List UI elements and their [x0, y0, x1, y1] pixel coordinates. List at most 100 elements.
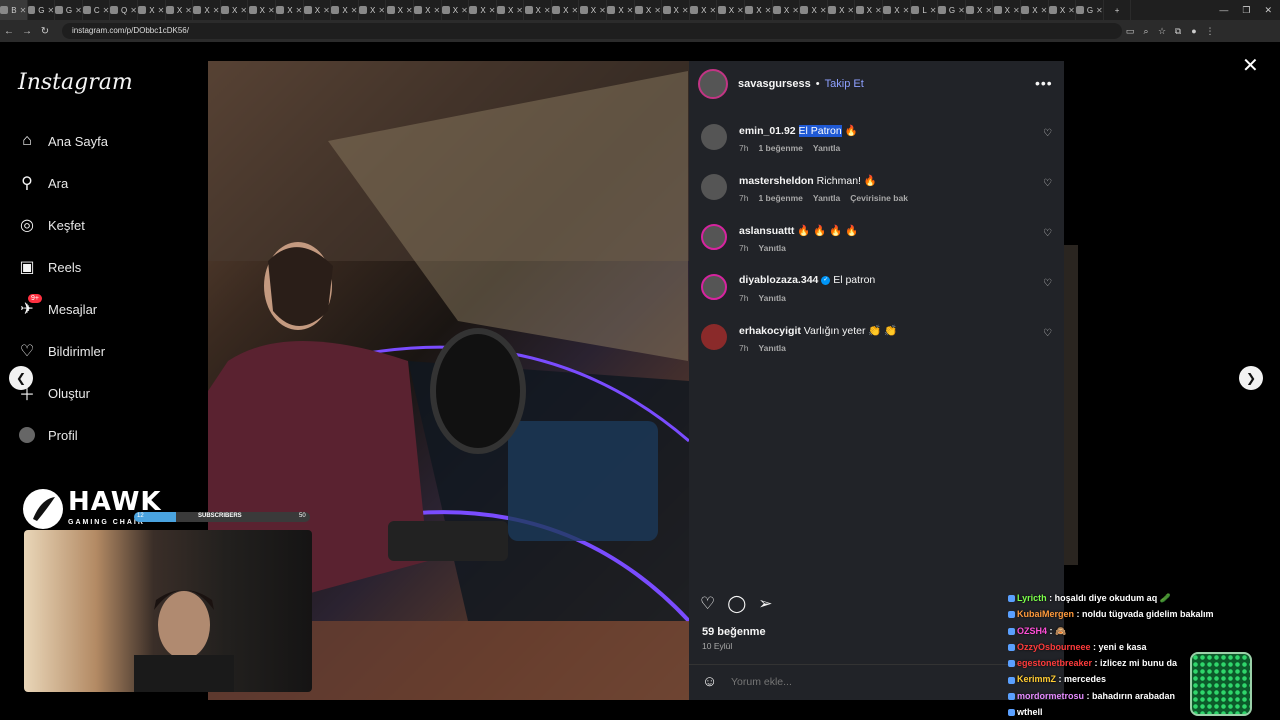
browser-tab[interactable]: X ✕	[662, 0, 690, 20]
sidebar-item-notifications[interactable]: ♡ Bildirimler	[18, 340, 105, 362]
comment-likes[interactable]: 1 beğenme	[758, 143, 802, 153]
browser-tab[interactable]: X ✕	[303, 0, 332, 20]
browser-tab[interactable]: X ✕	[855, 0, 883, 20]
back-icon[interactable]: ←	[0, 26, 18, 37]
tab-close-icon[interactable]: ✕	[378, 6, 385, 15]
tab-close-icon[interactable]: ✕	[820, 6, 827, 15]
tab-close-icon[interactable]: ✕	[682, 6, 689, 15]
instagram-logo[interactable]: Instagram	[18, 70, 133, 95]
tab-close-icon[interactable]: ✕	[847, 6, 854, 15]
tab-close-icon[interactable]: ✕	[240, 6, 247, 15]
tab-close-icon[interactable]: ✕	[47, 6, 54, 15]
browser-tab[interactable]: G ✕	[1076, 0, 1104, 20]
tab-close-icon[interactable]: ✕	[323, 6, 330, 15]
browser-tab[interactable]: G ✕	[27, 0, 56, 20]
likes-count[interactable]: 59 beğenme	[702, 626, 766, 638]
browser-tab[interactable]: B ✕	[0, 0, 28, 20]
tab-close-icon[interactable]: ✕	[489, 6, 496, 15]
tab-close-icon[interactable]: ✕	[351, 6, 358, 15]
tab-close-icon[interactable]: ✕	[103, 6, 110, 15]
commenter-username[interactable]: erhakocyigit	[739, 325, 801, 337]
browser-tab[interactable]: X ✕	[883, 0, 911, 20]
forward-icon[interactable]: →	[18, 26, 36, 37]
tab-close-icon[interactable]: ✕	[875, 6, 882, 15]
url-field[interactable]: instagram.com/p/DObbc1cDK56/	[62, 23, 1122, 39]
tab-close-icon[interactable]: ✕	[792, 6, 799, 15]
browser-tab[interactable]: X ✕	[690, 0, 718, 20]
tab-close-icon[interactable]: ✕	[571, 6, 578, 15]
sidebar-item-messages[interactable]: ✈ 9+ Mesajlar	[18, 294, 97, 320]
bookmark-star-icon[interactable]: ☆	[1154, 26, 1170, 37]
comment-input[interactable]	[731, 676, 1011, 688]
browser-tab[interactable]: X ✕	[1021, 0, 1049, 20]
cast-icon[interactable]: ▭	[1122, 26, 1138, 37]
browser-tab[interactable]: X ✕	[772, 0, 801, 20]
restore-icon[interactable]: ❐	[1242, 5, 1250, 16]
reply-button[interactable]: Yanıtla	[758, 343, 785, 353]
commenter-avatar[interactable]	[701, 174, 727, 200]
tab-close-icon[interactable]: ✕	[1013, 6, 1020, 15]
browser-tab[interactable]: X ✕	[1048, 0, 1077, 20]
browser-tab[interactable]: X ✕	[441, 0, 470, 20]
browser-tab[interactable]: X ✕	[358, 0, 387, 20]
reload-icon[interactable]: ↻	[36, 26, 54, 37]
like-comment-icon[interactable]: ♡	[1043, 128, 1052, 139]
commenter-avatar[interactable]	[701, 124, 727, 150]
browser-tab[interactable]: X ✕	[276, 0, 304, 20]
new-tab-button[interactable]: +	[1104, 0, 1132, 20]
like-comment-icon[interactable]: ♡	[1043, 278, 1052, 289]
browser-tab[interactable]: X ✕	[800, 0, 828, 20]
browser-tab[interactable]: X ✕	[579, 0, 608, 20]
commenter-username[interactable]: aslansuattt	[739, 225, 794, 237]
browser-menu-icon[interactable]: ⋮	[1202, 26, 1218, 37]
tab-close-icon[interactable]: ✕	[903, 6, 910, 15]
browser-tab[interactable]: X ✕	[828, 0, 856, 20]
tab-close-icon[interactable]: ✕	[516, 6, 523, 15]
browser-tab[interactable]: X ✕	[717, 0, 746, 20]
browser-tab[interactable]: G ✕	[55, 0, 83, 20]
sidebar-item-search[interactable]: ⚲ Ara	[18, 172, 68, 194]
tab-close-icon[interactable]: ✕	[130, 6, 137, 15]
sidebar-item-profile[interactable]: Profil	[18, 424, 78, 446]
extensions-icon[interactable]: ⧉	[1170, 26, 1186, 37]
browser-tab[interactable]: X ✕	[414, 0, 442, 20]
tab-close-icon[interactable]: ✕	[654, 6, 661, 15]
follow-button[interactable]: Takip Et	[825, 78, 864, 90]
browser-tab[interactable]: X ✕	[993, 0, 1021, 20]
tab-close-icon[interactable]: ✕	[185, 6, 192, 15]
browser-tab[interactable]: X ✕	[138, 0, 166, 20]
tab-close-icon[interactable]: ✕	[213, 6, 220, 15]
emoji-icon[interactable]: ☺	[702, 673, 717, 690]
browser-tab[interactable]: G ✕	[938, 0, 966, 20]
tab-close-icon[interactable]: ✕	[434, 6, 441, 15]
close-icon[interactable]: ✕	[1242, 53, 1259, 78]
reply-button[interactable]: Yanıtla	[813, 193, 840, 203]
next-post-button[interactable]: ❯	[1239, 366, 1263, 390]
like-comment-icon[interactable]: ♡	[1043, 178, 1052, 189]
browser-tab[interactable]: Q ✕	[110, 0, 138, 20]
tab-close-icon[interactable]: ✕	[765, 6, 772, 15]
browser-tab[interactable]: X ✕	[966, 0, 994, 20]
tab-close-icon[interactable]: ✕	[599, 6, 606, 15]
reply-button[interactable]: Yanıtla	[813, 143, 840, 153]
tab-close-icon[interactable]: ✕	[930, 6, 937, 15]
sidebar-item-reels[interactable]: ▣ Reels	[18, 256, 81, 278]
commenter-avatar[interactable]	[701, 274, 727, 300]
browser-tab[interactable]: X ✕	[193, 0, 221, 20]
profile-icon[interactable]: ●	[1186, 26, 1202, 36]
tab-close-icon[interactable]: ✕	[958, 6, 965, 15]
reply-button[interactable]: Yanıtla	[758, 293, 785, 303]
tab-close-icon[interactable]: ✕	[20, 6, 27, 15]
browser-tab[interactable]: X ✕	[469, 0, 497, 20]
tab-close-icon[interactable]: ✕	[1068, 6, 1075, 15]
previous-post-button[interactable]: ❮	[9, 366, 33, 390]
tab-close-icon[interactable]: ✕	[627, 6, 634, 15]
sidebar-item-explore[interactable]: ◎ Keşfet	[18, 214, 85, 236]
tab-close-icon[interactable]: ✕	[158, 6, 165, 15]
see-translation-button[interactable]: Çevirisine bak	[850, 193, 908, 203]
browser-tab[interactable]: X ✕	[524, 0, 552, 20]
commenter-username[interactable]: mastersheldon	[739, 175, 814, 187]
like-icon[interactable]: ♡	[700, 594, 715, 614]
tab-close-icon[interactable]: ✕	[461, 6, 468, 15]
browser-tab[interactable]: X ✕	[248, 0, 276, 20]
